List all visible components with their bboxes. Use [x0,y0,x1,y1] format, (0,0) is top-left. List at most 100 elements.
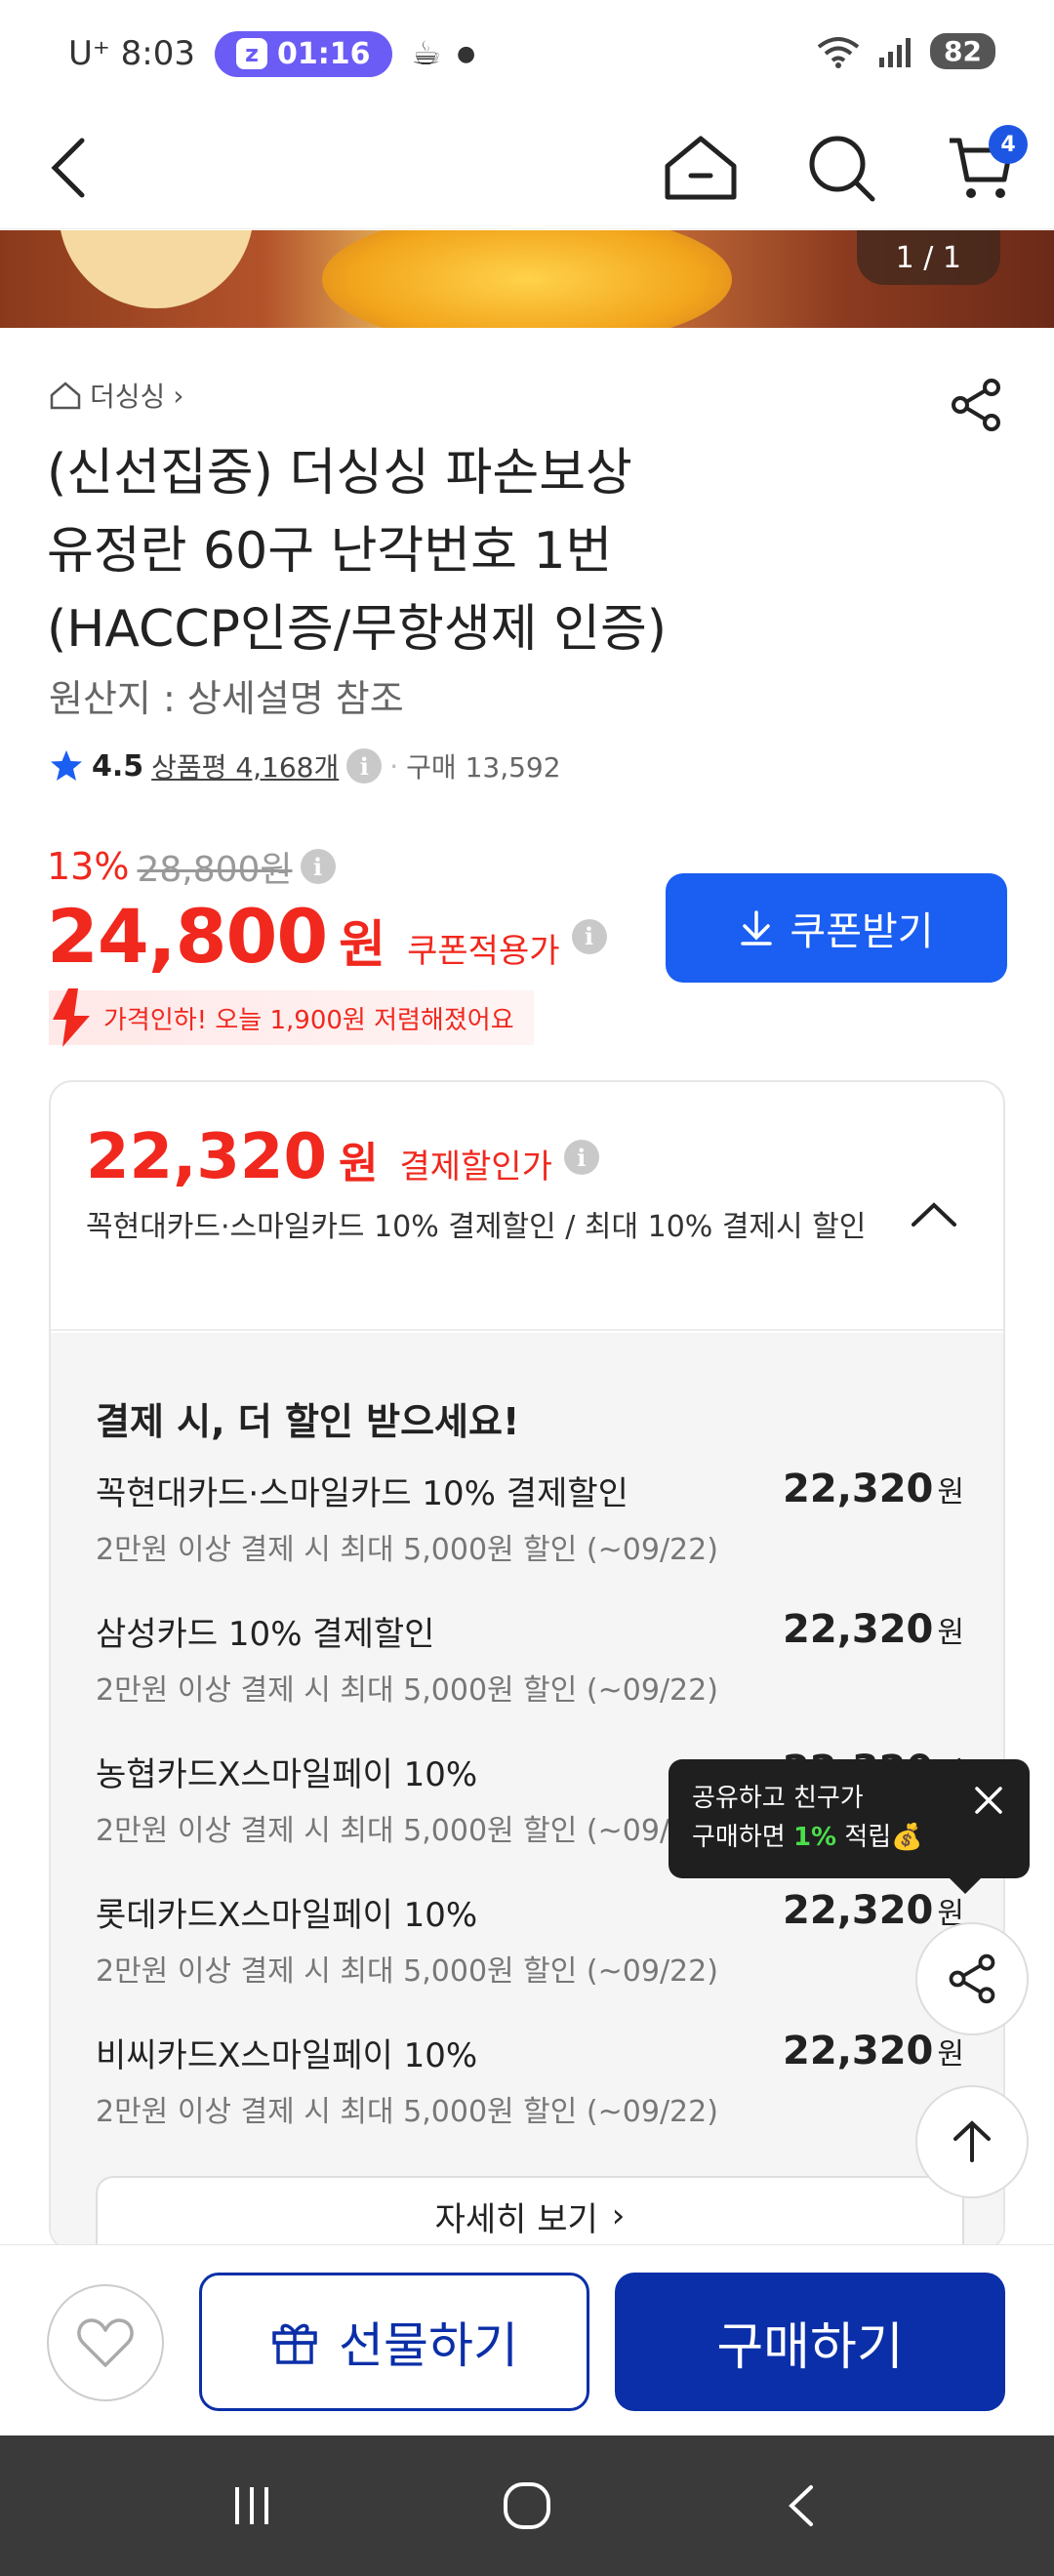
chevron-right-icon: › [611,2196,626,2235]
offer-item: 비씨카드X스마일페이 10% 2만원 이상 결제 시 최대 5,000원 할인 … [96,2029,964,2155]
status-right: 82 [817,33,995,69]
discount-rate: 13% [47,845,130,888]
offer-name: 삼성카드 10% 결제할인 [96,1615,435,1654]
offer-sub: 2만원 이상 결제 시 최대 5,000원 할인 (~09/22) [96,1954,718,1989]
offer-item: 삼성카드 10% 결제할인 2만원 이상 결제 시 최대 5,000원 할인 (… [96,1607,964,1734]
coffee-icon: ☕ [411,34,441,73]
offer-sub: 2만원 이상 결제 시 최대 5,000원 할인 (~09/22) [96,2095,718,2129]
system-nav-bar [0,2435,1054,2576]
floating-share-button[interactable] [915,1922,1029,2035]
wishlist-button[interactable] [47,2284,164,2401]
tooltip-line1: 공유하고 친구가 [692,1784,864,1813]
offer-name: 비씨카드X스마일페이 10% [96,2036,478,2075]
download-icon [741,910,773,946]
image-counter: 1 / 1 [856,230,1000,285]
breadcrumb-store: 더싱싱 [90,381,166,413]
close-icon[interactable] [971,1783,1006,1818]
origin-text: 원산지 : 상세설명 참조 [49,677,404,720]
home-nav-icon[interactable] [498,2476,556,2535]
back-nav-icon[interactable] [778,2481,827,2530]
info-icon[interactable]: i [563,1140,599,1175]
detail-label: 자세히 보기 [434,2199,598,2239]
cart-button[interactable]: 4 [932,119,1030,217]
recent-apps-icon[interactable] [227,2481,276,2530]
home-outline-icon [50,382,81,410]
wifi-icon [817,36,860,68]
status-bar: U⁺ 8:03 z 01:16 ☕ ● 82 [0,0,1054,107]
title-line: (신선집중) 더싱싱 파손보상 [47,444,632,503]
timer-icon: z [236,38,267,69]
chevron-up-icon [912,1202,956,1227]
search-button[interactable] [792,119,890,217]
discount-row: 13% 28,800원 i [47,841,336,892]
back-arrow-icon [51,138,85,198]
offer-item: 롯데카드X스마일페이 10% 2만원 이상 결제 시 최대 5,000원 할인 … [96,1888,964,2015]
gift-icon [272,2323,317,2364]
app-header: 4 [0,107,1054,229]
star-icon [51,750,82,781]
offer-item: 꼭현대카드·스마일카드 10% 결제할인 2만원 이상 결제 시 최대 5,00… [96,1467,964,1593]
review-count-link[interactable]: 상품평 4,168개 [151,746,339,785]
alarm-time: 01:16 [277,36,371,71]
offer-name: 롯데카드X스마일페이 10% [96,1896,478,1935]
offer-amount: 22,320원 [783,1467,964,1511]
down-arrow-icon [53,988,90,1047]
back-button[interactable] [20,119,117,217]
share-button[interactable] [942,371,1010,439]
pay-price-label: 결제할인가 [399,1147,552,1187]
yolk-shape [322,230,732,328]
offer-section-title: 결제 시, 더 할인 받으세요! [96,1400,520,1443]
price-drop-banner: 가격인하! 오늘 1,900원 저렴해졌어요 [49,988,534,1047]
detail-button[interactable]: 자세히 보기 › [96,2176,964,2249]
product-title: (신선집중) 더싱싱 파손보상 유정란 60구 난각번호 1번 (HACCP인증… [47,434,945,668]
price-row: 24,800 원 쿠폰적용가 i [47,893,607,980]
promo-text: 가격인하! 오늘 1,900원 저렴해졌어요 [103,1005,514,1035]
home-button[interactable] [652,119,750,217]
info-icon[interactable]: i [571,918,607,954]
buy-button[interactable]: 구매하기 [615,2273,1005,2411]
offer-name: 농협카드X스마일페이 10% [96,1755,478,1794]
offer-amount: 22,320원 [783,2029,964,2073]
dot-icon: ● [456,41,476,66]
coupon-button[interactable]: 쿠폰받기 [666,873,1007,983]
bottom-action-bar: 선물하기 구매하기 [0,2244,1054,2435]
pay-price: 22,320 [86,1121,327,1193]
buy-label: 구매하기 [716,2317,904,2377]
card-summary[interactable]: 22,320 원 결제할인가 i 꼭현대카드·스마일카드 10% 결제할인 / … [51,1082,1003,1331]
payment-discount-card: 22,320 원 결제할인가 i 꼭현대카드·스마일카드 10% 결제할인 / … [49,1080,1005,2251]
status-time: U⁺ 8:03 [68,34,195,73]
share-icon [949,1953,995,2004]
offer-name: 꼭현대카드·스마일카드 10% 결제할인 [96,1474,628,1513]
gift-label: 선물하기 [339,2317,518,2374]
title-line: 유정란 60구 난각번호 1번 [47,522,613,581]
info-icon[interactable]: i [346,748,383,784]
collapse-button[interactable] [900,1180,968,1248]
share-icon [952,379,1000,431]
cart-count-badge: 4 [989,125,1028,164]
pay-price-row: 22,320 원 결제할인가 i [86,1121,599,1193]
original-price: 28,800원 [137,850,293,890]
purchase-count: 구매 13,592 [406,751,561,784]
rating-row: 4.5 상품평 4,168개 i · 구매 13,592 [49,746,561,785]
chevron-right-icon: › [173,379,184,412]
signal-icon [879,37,912,67]
egg-shape [59,230,254,308]
offer-amount: 22,320원 [783,1888,964,1933]
pay-price-unit: 원 [338,1139,379,1188]
arrow-up-icon [953,2120,991,2162]
price-label: 쿠폰적용가 [407,932,560,971]
pay-description: 꼭현대카드·스마일카드 10% 결제할인 / 최대 10% 결제시 할인 [86,1210,867,1244]
gift-button[interactable]: 선물하기 [199,2273,589,2411]
share-reward-tooltip: 공유하고 친구가 구매하면 1% 적립💰 [669,1759,1030,1894]
scroll-top-button[interactable] [915,2085,1029,2198]
tooltip-line2: 구매하면 1% 적립💰 [692,1823,923,1852]
battery-indicator: 82 [930,33,995,69]
title-line: (HACCP인증/무항생제 인증) [47,600,668,659]
info-icon[interactable]: i [300,849,336,884]
coupon-label: 쿠폰받기 [790,909,934,954]
dot-separator: · [389,749,399,783]
breadcrumb[interactable]: 더싱싱 › [49,376,183,415]
sale-price: 24,800 [47,893,328,980]
offer-sub: 2만원 이상 결제 시 최대 5,000원 할인 (~09/22) [96,1533,718,1567]
alarm-pill: z 01:16 [215,30,392,77]
